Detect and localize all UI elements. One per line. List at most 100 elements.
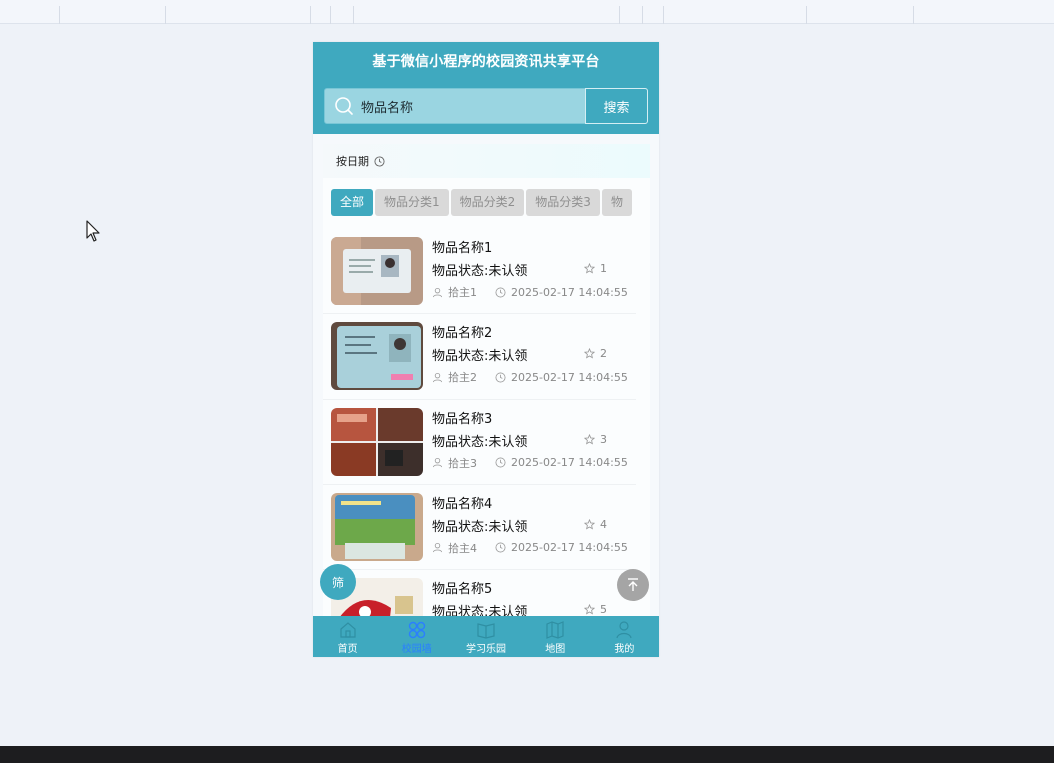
item-owner: 拾主1	[448, 286, 477, 299]
clock-icon	[495, 372, 506, 383]
devtools-strip	[0, 0, 1054, 24]
category-tab-4[interactable]: 物	[601, 189, 632, 216]
mouse-cursor-icon	[86, 220, 100, 242]
list-item[interactable]: 物品名称4 物品状态:未认领 4 拾主4 2025-02-17 14:04:55	[323, 485, 636, 571]
divider	[59, 6, 60, 24]
item-name: 物品名称2	[432, 326, 493, 342]
likes-count: 1	[600, 262, 607, 275]
user-icon	[432, 458, 443, 468]
item-likes[interactable]: 1	[584, 262, 607, 275]
divider	[663, 6, 664, 24]
app-title: 基于微信小程序的校园资讯共享平台	[372, 54, 600, 70]
bottom-tab-bar: 首页 校园墙 学习乐园 地图 我的	[313, 616, 659, 657]
item-meta: 拾主4 2025-02-17 14:04:55	[432, 540, 628, 556]
item-owner: 拾主4	[448, 541, 477, 555]
item-thumbnail	[331, 407, 423, 476]
item-meta: 拾主2 2025-02-17 14:04:55	[432, 369, 628, 385]
item-list: 物品名称1 物品状态:未认领 1 拾主1 2025-02-17 14:04:55	[323, 229, 650, 656]
star-icon	[584, 433, 595, 445]
item-time: 2025-02-17 14:04:55	[511, 370, 628, 384]
book-icon	[477, 623, 495, 639]
sort-by-date[interactable]: 按日期	[323, 144, 650, 178]
tab-home[interactable]: 首页	[313, 616, 382, 657]
item-name: 物品名称5	[432, 582, 493, 598]
map-icon	[546, 621, 564, 639]
arrow-up-icon	[628, 578, 638, 591]
item-likes[interactable]: 2	[584, 347, 607, 360]
likes-count: 2	[600, 347, 607, 361]
back-to-top-button[interactable]	[617, 569, 649, 601]
item-time: 2025-02-17 14:04:55	[511, 541, 628, 555]
tab-study[interactable]: 学习乐园	[451, 616, 520, 657]
filter-button[interactable]: 筛	[320, 564, 356, 600]
app-header: 基于微信小程序的校园资讯共享平台 物品名称 搜索	[313, 42, 659, 134]
item-likes[interactable]: 4	[584, 518, 607, 531]
item-thumbnail	[331, 237, 423, 305]
item-owner: 拾主2	[448, 371, 477, 385]
user-icon	[432, 287, 443, 297]
search-button[interactable]: 搜索	[585, 88, 648, 124]
user-icon	[616, 621, 632, 639]
likes-count: 5	[600, 603, 607, 617]
category-tabs: 全部 物品分类1 物品分类2 物品分类3 物	[323, 189, 640, 219]
item-status: 物品状态:未认领	[432, 264, 528, 279]
tab-campus-wall[interactable]: 校园墙	[382, 616, 451, 657]
clock-icon	[495, 457, 506, 468]
taskbar	[0, 746, 1054, 763]
tab-label: 学习乐园	[466, 644, 506, 655]
item-name: 物品名称4	[432, 496, 493, 512]
item-thumbnail	[331, 492, 423, 561]
clock-icon	[374, 155, 385, 167]
item-meta: 拾主1 2025-02-17 14:04:55	[432, 284, 628, 300]
divider	[330, 6, 331, 24]
category-tab-all[interactable]: 全部	[331, 189, 374, 216]
sort-label: 按日期	[336, 155, 369, 168]
tab-label: 我的	[614, 644, 635, 655]
category-tab-2[interactable]: 物品分类2	[450, 189, 525, 216]
star-icon	[584, 518, 595, 530]
tab-map[interactable]: 地图	[521, 616, 590, 657]
clock-icon	[495, 287, 506, 297]
item-likes[interactable]: 3	[584, 433, 607, 446]
tab-label: 校园墙	[401, 644, 432, 655]
item-time: 2025-02-17 14:04:55	[511, 285, 628, 299]
search-bar: 物品名称 搜索	[324, 88, 648, 124]
list-item[interactable]: 物品名称3 物品状态:未认领 3 拾主3 2025-02-17 14:04:55	[323, 400, 636, 485]
item-meta: 拾主3 2025-02-17 14:04:55	[432, 455, 628, 471]
user-icon	[432, 543, 443, 553]
star-icon	[584, 263, 595, 274]
item-likes[interactable]: 5	[584, 603, 607, 616]
item-thumbnail	[331, 322, 423, 391]
item-owner: 拾主3	[448, 456, 477, 470]
user-icon	[432, 372, 443, 383]
likes-count: 4	[600, 517, 607, 531]
item-status: 物品状态:未认领	[432, 349, 528, 365]
item-name: 物品名称1	[432, 241, 493, 256]
divider	[310, 6, 311, 24]
search-input[interactable]: 物品名称	[361, 97, 585, 116]
likes-count: 3	[600, 432, 607, 446]
item-status: 物品状态:未认领	[432, 519, 528, 535]
grid-icon	[408, 621, 425, 639]
item-name: 物品名称3	[432, 411, 493, 427]
category-tab-3[interactable]: 物品分类3	[526, 189, 600, 216]
star-icon	[584, 348, 595, 359]
star-icon	[584, 604, 595, 615]
search-icon	[335, 97, 353, 115]
list-item[interactable]: 物品名称2 物品状态:未认领 2 拾主2 2025-02-17 14:04:55	[323, 314, 636, 400]
category-tab-1[interactable]: 物品分类1	[375, 189, 449, 216]
divider	[642, 6, 643, 24]
home-icon	[339, 622, 356, 638]
item-time: 2025-02-17 14:04:55	[511, 456, 628, 470]
divider	[165, 6, 166, 24]
divider	[806, 6, 807, 24]
clock-icon	[495, 542, 506, 553]
tab-label: 首页	[337, 644, 358, 655]
list-item[interactable]: 物品名称1 物品状态:未认领 1 拾主1 2025-02-17 14:04:55	[323, 229, 636, 315]
tab-mine[interactable]: 我的	[590, 616, 659, 657]
divider	[619, 6, 620, 24]
content-panel: 按日期 全部 物品分类1 物品分类2 物品分类3 物 物品名称1 物品状态:未认…	[323, 144, 650, 656]
divider	[913, 6, 914, 24]
item-status: 物品状态:未认领	[432, 434, 528, 450]
divider	[353, 6, 354, 24]
